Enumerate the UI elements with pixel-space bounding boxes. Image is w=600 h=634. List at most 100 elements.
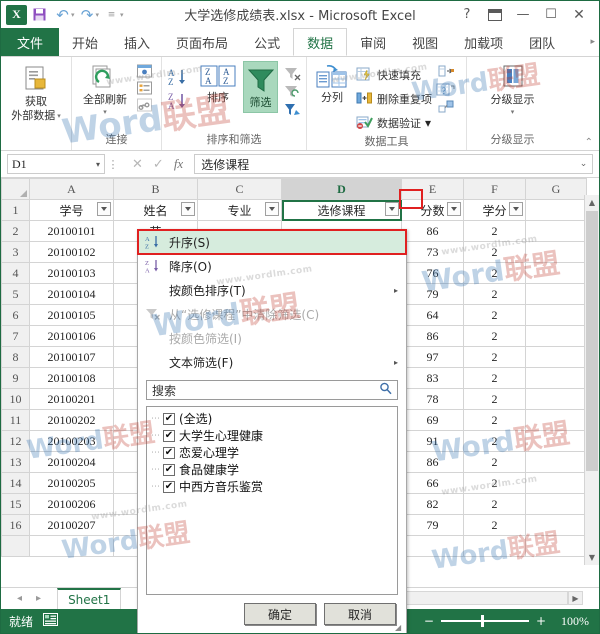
redo-dropdown-icon[interactable]: ▾ (96, 11, 100, 19)
column-header-c[interactable]: C (197, 178, 282, 200)
header-cell-xuefen[interactable]: 学分 (463, 199, 526, 221)
connections-icon[interactable] (136, 64, 153, 79)
zoom-slider[interactable] (440, 615, 529, 627)
row-header-13[interactable]: 13 (1, 451, 30, 473)
customize-qat-dropdown-icon[interactable]: ▾ (120, 11, 124, 19)
cell-g10[interactable] (525, 388, 587, 410)
sheet-tab-sheet1[interactable]: Sheet1 (57, 588, 122, 609)
cell-e11[interactable]: 69 (401, 409, 464, 431)
scroll-up-icon[interactable]: ▲ (585, 195, 599, 210)
sheet-nav-next-icon[interactable]: ▸ (36, 593, 41, 604)
cell-a15[interactable]: 20100206 (29, 493, 114, 515)
help-icon[interactable]: ? (453, 4, 481, 26)
data-validation-caret-icon[interactable]: ▾ (425, 116, 431, 130)
cell-a10[interactable]: 20100201 (29, 388, 114, 410)
cell-a16[interactable]: 20100207 (29, 514, 114, 536)
tab-team[interactable]: 团队 (516, 28, 568, 56)
list-item[interactable]: ⋯ ✔ 大学生心理健康 (151, 427, 393, 444)
sort-ascending-button[interactable]: A Z (167, 67, 193, 87)
column-header-g[interactable]: G (525, 178, 587, 200)
select-all-corner[interactable] (1, 178, 30, 200)
cell-f16[interactable]: 2 (463, 514, 526, 536)
filter-button-fenshu[interactable] (447, 202, 461, 216)
cell-f8[interactable]: 2 (463, 346, 526, 368)
zoom-slider-knob[interactable] (480, 615, 484, 627)
checkbox-item-1[interactable]: ✔ (163, 429, 175, 442)
tab-addins[interactable]: 加载项 (451, 28, 516, 56)
maximize-icon[interactable]: ☐ (537, 4, 565, 26)
cell-a17[interactable] (29, 535, 114, 557)
cancel-formula-icon[interactable]: ✕ (132, 157, 143, 172)
tab-home[interactable]: 开始 (59, 28, 111, 56)
column-header-b[interactable]: B (113, 178, 198, 200)
cell-f9[interactable]: 2 (463, 367, 526, 389)
edit-links-icon[interactable] (136, 98, 153, 113)
customize-qat-icon[interactable]: ≡ (101, 5, 122, 25)
cell-g16[interactable] (525, 514, 587, 536)
list-item[interactable]: ⋯ ✔ 中西方音乐鉴赏 (151, 478, 393, 495)
horizontal-scrollbar[interactable]: ▶ (383, 587, 583, 609)
list-item[interactable]: ⋯ ✔ (全选) (151, 410, 393, 427)
outline-button[interactable]: 分级显示 ▾ (482, 61, 544, 116)
cell-e14[interactable]: 66 (401, 472, 464, 494)
cell-f5[interactable]: 2 (463, 283, 526, 305)
undo-dropdown-icon[interactable]: ▾ (71, 11, 75, 19)
row-header-8[interactable]: 8 (1, 346, 30, 368)
row-header-9[interactable]: 9 (1, 367, 30, 389)
cell-g7[interactable] (525, 325, 587, 347)
filter-button-xingming[interactable] (181, 202, 195, 216)
sort-button[interactable]: Z A A Z 排序 (199, 61, 237, 104)
cell-e10[interactable]: 78 (401, 388, 464, 410)
cell-e3[interactable]: 73 (401, 241, 464, 263)
cell-e8[interactable]: 97 (401, 346, 464, 368)
menu-item-filter-by-color[interactable]: 按颜色筛选(I) (138, 326, 406, 350)
ribbon-display-options-icon[interactable] (481, 4, 509, 26)
cell-f3[interactable]: 2 (463, 241, 526, 263)
search-input[interactable]: 搜索 (146, 380, 398, 400)
resize-grip-icon[interactable]: ◢ (395, 623, 403, 632)
filter-value-list[interactable]: ⋯ ✔ (全选) ⋯ ✔ 大学生心理健康 ⋯ ✔ 恋爱心理学 ⋯ ✔ 食品健康学… (146, 406, 398, 595)
cell-f10[interactable]: 2 (463, 388, 526, 410)
cell-f11[interactable]: 2 (463, 409, 526, 431)
cell-e2[interactable]: 86 (401, 220, 464, 242)
cell-f17[interactable] (463, 535, 526, 557)
filter-button-xuefen[interactable] (509, 202, 523, 216)
expand-formula-bar-icon[interactable]: ⌄ (575, 154, 593, 174)
filter-button-zhuanye[interactable] (265, 202, 279, 216)
advanced-filter-icon[interactable] (284, 102, 301, 117)
cell-a4[interactable]: 20100103 (29, 262, 114, 284)
clear-filter-icon[interactable] (284, 66, 301, 81)
cell-g9[interactable] (525, 367, 587, 389)
cell-g3[interactable] (525, 241, 587, 263)
tab-page-layout[interactable]: 页面布局 (163, 28, 241, 56)
row-header-1[interactable]: 1 (1, 199, 30, 221)
cell-a3[interactable]: 20100102 (29, 241, 114, 263)
cell-g17[interactable] (525, 535, 587, 557)
enter-formula-icon[interactable]: ✓ (153, 157, 164, 172)
cell-f6[interactable]: 2 (463, 304, 526, 326)
name-box-caret-icon[interactable]: ▾ (96, 160, 100, 169)
cell-g14[interactable] (525, 472, 587, 494)
row-header-14[interactable]: 14 (1, 472, 30, 494)
cell-e16[interactable]: 79 (401, 514, 464, 536)
cell-e13[interactable]: 86 (401, 451, 464, 473)
formula-bar-handle[interactable]: ⋮ (105, 158, 121, 171)
header-cell-zhuanye[interactable]: 专业 (197, 199, 282, 221)
column-header-a[interactable]: A (29, 178, 114, 200)
list-item[interactable]: ⋯ ✔ 食品健康学 (151, 461, 393, 478)
row-header-16[interactable]: 16 (1, 514, 30, 536)
flash-fill-button[interactable]: 快速填充 (356, 64, 432, 85)
checkbox-select-all[interactable]: ✔ (163, 412, 175, 425)
what-if-analysis-icon[interactable]: ? (436, 82, 457, 97)
cell-g11[interactable] (525, 409, 587, 431)
get-external-data-caret-icon[interactable]: ▾ (57, 110, 61, 122)
row-header-17[interactable] (1, 535, 30, 557)
header-cell-xuehao[interactable]: 学号 (29, 199, 114, 221)
menu-item-sort-descending[interactable]: Z A 降序(O) (138, 254, 406, 278)
column-header-f[interactable]: F (463, 178, 526, 200)
row-header-4[interactable]: 4 (1, 262, 30, 284)
cell-a8[interactable]: 20100107 (29, 346, 114, 368)
cell-f12[interactable]: 2 (463, 430, 526, 452)
cell-a14[interactable]: 20100205 (29, 472, 114, 494)
row-header-2[interactable]: 2 (1, 220, 30, 242)
